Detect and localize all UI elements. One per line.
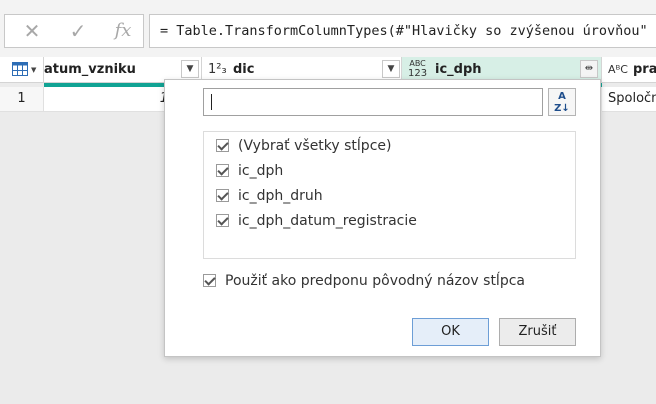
list-item-select-all[interactable]: (Vybrať všetky stĺpce) bbox=[216, 134, 391, 158]
list-item-ic-dph[interactable]: ic_dph bbox=[216, 159, 283, 183]
checkbox[interactable] bbox=[216, 188, 229, 202]
checkbox[interactable] bbox=[216, 138, 229, 152]
list-item-ic-dph-druh[interactable]: ic_dph_druh bbox=[216, 184, 323, 208]
formula-buttons: ✕ ✓ fx bbox=[4, 14, 144, 48]
table-cell[interactable]: Spoločn bbox=[602, 87, 656, 112]
formula-bar: ✕ ✓ fx = Table.TransformColumnTypes(#"Hl… bbox=[0, 0, 656, 57]
fx-icon[interactable]: fx bbox=[108, 15, 138, 47]
formula-input[interactable]: = Table.TransformColumnTypes(#"Hlavičky … bbox=[149, 14, 656, 48]
table-menu-button[interactable]: ▼ bbox=[0, 57, 44, 83]
column-header-pra[interactable]: AᴮC pra bbox=[602, 57, 656, 83]
prefix-option[interactable]: Použiť ako predponu pôvodný názov stĺpca bbox=[203, 269, 525, 293]
column-name: pra bbox=[633, 62, 656, 77]
column-search-input[interactable] bbox=[203, 88, 543, 116]
expand-column-icon[interactable]: ⇹ bbox=[580, 60, 598, 78]
cancel-formula-icon[interactable]: ✕ bbox=[17, 15, 47, 47]
confirm-formula-icon[interactable]: ✓ bbox=[63, 15, 93, 47]
any-type-icon: ABC 123 bbox=[408, 59, 428, 79]
sort-az-button[interactable]: A Z↓ bbox=[548, 88, 576, 116]
text-caret bbox=[211, 94, 212, 110]
ok-button[interactable]: OK bbox=[412, 318, 489, 346]
filter-dropdown-icon[interactable]: ▼ bbox=[181, 60, 199, 78]
filter-dropdown-icon[interactable]: ▼ bbox=[382, 60, 400, 78]
prefix-checkbox[interactable] bbox=[203, 273, 216, 287]
list-item-ic-dph-datum-registracie[interactable]: ic_dph_datum_registracie bbox=[216, 209, 417, 233]
checkbox[interactable] bbox=[216, 163, 229, 177]
text-type-icon: AᴮC bbox=[608, 63, 628, 76]
table-icon bbox=[12, 62, 28, 76]
checkbox[interactable] bbox=[216, 213, 229, 227]
row-number[interactable]: 1 bbox=[0, 87, 44, 112]
expand-column-popup: A Z↓ (Vybrať všetky stĺpce) ic_dph ic_dp… bbox=[164, 79, 601, 357]
cancel-button[interactable]: Zrušiť bbox=[499, 318, 576, 346]
column-list: (Vybrať všetky stĺpce) ic_dph ic_dph_dru… bbox=[203, 131, 576, 259]
chevron-down-icon: ▼ bbox=[31, 66, 37, 74]
column-name: atum_vzniku bbox=[44, 62, 136, 77]
